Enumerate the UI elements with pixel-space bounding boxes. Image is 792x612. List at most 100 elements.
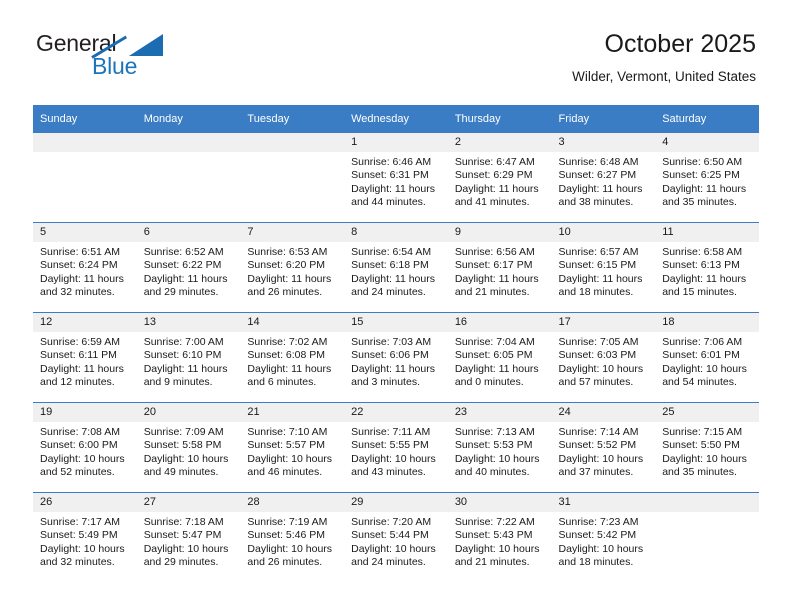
sunset-text: Sunset: 5:47 PM: [143, 529, 222, 542]
sunset-text: Sunset: 6:05 PM: [454, 349, 533, 362]
sunset-text: Sunset: 6:31 PM: [351, 169, 429, 182]
calendar-day-cell: 18 Sunrise: 7:06 AM Sunset: 6:01 PM Dayligh…: [655, 312, 759, 403]
sunset-text: Sunset: 6:03 PM: [558, 349, 637, 362]
daylight-text: Daylight: 10 hours and 43 minutes.: [351, 452, 436, 479]
calendar-cell-empty: [655, 492, 759, 582]
sunrise-text: Sunrise: 7:18 AM: [143, 516, 224, 528]
calendar-day-cell: 29 Sunrise: 7:20 AM Sunset: 5:44 PM Dayligh…: [344, 492, 448, 582]
sunrise-text: Sunrise: 6:54 AM: [351, 246, 432, 258]
day-number: [33, 133, 137, 152]
day-sun-info: Sunrise: 7:00 AM Sunset: 6:10 PM Daylight:…: [137, 332, 241, 390]
calendar-day-cell: 25 Sunrise: 7:15 AM Sunset: 5:50 PM Dayligh…: [655, 402, 759, 493]
sunrise-text: Sunrise: 7:03 AM: [351, 336, 432, 348]
sunrise-text: Sunrise: 7:15 AM: [662, 426, 743, 438]
sunset-text: Sunset: 5:43 PM: [454, 529, 533, 542]
sunrise-text: Sunrise: 6:57 AM: [558, 246, 639, 258]
daylight-text: Daylight: 11 hours and 21 minutes.: [454, 272, 539, 299]
day-sun-info: Sunrise: 7:18 AM Sunset: 5:47 PM Daylight:…: [137, 512, 241, 570]
day-sun-info: Sunrise: 6:53 AM Sunset: 6:20 PM Daylight:…: [240, 242, 344, 300]
day-number: 25: [655, 403, 759, 422]
sunset-text: Sunset: 6:29 PM: [454, 169, 533, 182]
day-sun-info: Sunrise: 6:52 AM Sunset: 6:22 PM Daylight:…: [137, 242, 241, 300]
day-sun-info: Sunrise: 6:46 AM Sunset: 6:31 PM Daylight:…: [344, 152, 448, 210]
daylight-text: Daylight: 11 hours and 24 minutes.: [351, 272, 435, 299]
daylight-text: Daylight: 11 hours and 29 minutes.: [143, 272, 228, 299]
calendar-week-row: 26 Sunrise: 7:17 AM Sunset: 5:49 PM Dayligh…: [33, 492, 759, 582]
calendar-week-row: 12 Sunrise: 6:59 AM Sunset: 6:11 PM Dayligh…: [33, 312, 759, 403]
day-number: 31: [551, 493, 656, 512]
sunset-text: Sunset: 5:52 PM: [558, 439, 637, 452]
day-sun-info: Sunrise: 7:13 AM Sunset: 5:53 PM Daylight:…: [448, 422, 552, 480]
daylight-text: Daylight: 10 hours and 29 minutes.: [143, 542, 229, 569]
calendar-day-cell: 26 Sunrise: 7:17 AM Sunset: 5:49 PM Dayligh…: [33, 492, 137, 582]
day-sun-info: Sunrise: 7:14 AM Sunset: 5:52 PM Daylight:…: [552, 422, 656, 480]
day-sun-info: Sunrise: 7:05 AM Sunset: 6:03 PM Daylight:…: [552, 332, 656, 390]
calendar-week-row: 1 Sunrise: 6:46 AM Sunset: 6:31 PM Daylight…: [33, 133, 759, 223]
day-sun-info: Sunrise: 7:11 AM Sunset: 5:55 PM Daylight:…: [344, 422, 448, 480]
day-number: 18: [655, 313, 759, 332]
daylight-text: Daylight: 11 hours and 0 minutes.: [454, 362, 539, 389]
title-block: October 2025 Wilder, Vermont, United Sta…: [572, 30, 756, 84]
day-number: 28: [240, 493, 345, 512]
day-number: 12: [33, 313, 137, 332]
calendar-day-cell: 11 Sunrise: 6:58 AM Sunset: 6:13 PM Dayligh…: [655, 222, 759, 313]
sunrise-text: Sunrise: 7:08 AM: [40, 426, 120, 438]
day-number: 26: [33, 493, 137, 512]
sunrise-text: Sunrise: 7:10 AM: [247, 426, 328, 438]
day-sun-info: Sunrise: 7:03 AM Sunset: 6:06 PM Daylight:…: [344, 332, 448, 390]
day-sun-info: Sunrise: 6:56 AM Sunset: 6:17 PM Daylight:…: [448, 242, 552, 300]
sunrise-text: Sunrise: 6:53 AM: [247, 246, 328, 258]
sunset-text: Sunset: 6:13 PM: [662, 259, 740, 272]
daylight-text: Daylight: 10 hours and 32 minutes.: [40, 542, 125, 569]
day-sun-info: Sunrise: 7:08 AM Sunset: 6:00 PM Daylight:…: [33, 422, 137, 480]
sunset-text: Sunset: 6:01 PM: [662, 349, 740, 362]
sunset-text: Sunset: 6:27 PM: [558, 169, 637, 182]
day-number: 7: [240, 223, 345, 242]
sunrise-text: Sunrise: 6:58 AM: [662, 246, 743, 258]
day-number: 24: [551, 403, 656, 422]
calendar-day-cell: 12 Sunrise: 6:59 AM Sunset: 6:11 PM Dayligh…: [33, 312, 137, 403]
day-number: 16: [447, 313, 552, 332]
day-number: 23: [447, 403, 552, 422]
sunrise-text: Sunrise: 6:56 AM: [454, 246, 535, 258]
day-number: 14: [240, 313, 345, 332]
daylight-text: Daylight: 10 hours and 52 minutes.: [40, 452, 125, 479]
calendar-day-cell: 14 Sunrise: 7:02 AM Sunset: 6:08 PM Dayligh…: [240, 312, 345, 403]
sunset-text: Sunset: 5:44 PM: [351, 529, 429, 542]
calendar-day-cell: 22 Sunrise: 7:11 AM Sunset: 5:55 PM Dayligh…: [344, 402, 448, 493]
sunset-text: Sunset: 6:10 PM: [143, 349, 222, 362]
daylight-text: Daylight: 11 hours and 35 minutes.: [662, 182, 747, 209]
day-number: 29: [344, 493, 448, 512]
sunrise-text: Sunrise: 7:23 AM: [558, 516, 639, 528]
general-blue-logo[interactable]: General Blue: [36, 32, 256, 88]
sunrise-text: Sunrise: 7:09 AM: [143, 426, 224, 438]
day-sun-info: Sunrise: 6:50 AM Sunset: 6:25 PM Daylight:…: [655, 152, 759, 210]
sunrise-text: Sunrise: 7:13 AM: [454, 426, 535, 438]
calendar-day-cell: 8 Sunrise: 6:54 AM Sunset: 6:18 PM Daylight…: [344, 222, 448, 313]
sunrise-text: Sunrise: 6:59 AM: [40, 336, 120, 348]
sunset-text: Sunset: 6:08 PM: [247, 349, 326, 362]
sunset-text: Sunset: 5:58 PM: [143, 439, 222, 452]
day-number: 30: [447, 493, 552, 512]
day-sun-info: Sunrise: 6:57 AM Sunset: 6:15 PM Daylight:…: [552, 242, 656, 300]
weekday-header-wednesday: Wednesday: [344, 105, 448, 133]
calendar-week-row: 19 Sunrise: 7:08 AM Sunset: 6:00 PM Dayligh…: [33, 402, 759, 493]
sunset-text: Sunset: 5:53 PM: [454, 439, 533, 452]
day-sun-info: Sunrise: 6:47 AM Sunset: 6:29 PM Daylight:…: [448, 152, 552, 210]
sunrise-text: Sunrise: 7:19 AM: [247, 516, 328, 528]
day-number: 4: [655, 133, 759, 152]
calendar-day-cell: 28 Sunrise: 7:19 AM Sunset: 5:46 PM Dayligh…: [240, 492, 345, 582]
day-number: 15: [344, 313, 448, 332]
sunrise-text: Sunrise: 6:47 AM: [454, 156, 535, 168]
sunrise-text: Sunrise: 7:20 AM: [351, 516, 432, 528]
day-sun-info: Sunrise: 6:48 AM Sunset: 6:27 PM Daylight:…: [552, 152, 656, 210]
day-number: 21: [240, 403, 345, 422]
sunrise-text: Sunrise: 6:48 AM: [558, 156, 639, 168]
daylight-text: Daylight: 11 hours and 18 minutes.: [558, 272, 643, 299]
calendar-day-cell: 16 Sunrise: 7:04 AM Sunset: 6:05 PM Dayligh…: [447, 312, 552, 403]
calendar-day-cell: 1 Sunrise: 6:46 AM Sunset: 6:31 PM Daylight…: [344, 133, 448, 223]
day-sun-info: Sunrise: 7:04 AM Sunset: 6:05 PM Daylight:…: [448, 332, 552, 390]
daylight-text: Daylight: 11 hours and 32 minutes.: [40, 272, 124, 299]
day-sun-info: Sunrise: 7:19 AM Sunset: 5:46 PM Daylight:…: [240, 512, 344, 570]
calendar-page: General Blue October 2025 Wilder, Vermon…: [0, 0, 792, 612]
